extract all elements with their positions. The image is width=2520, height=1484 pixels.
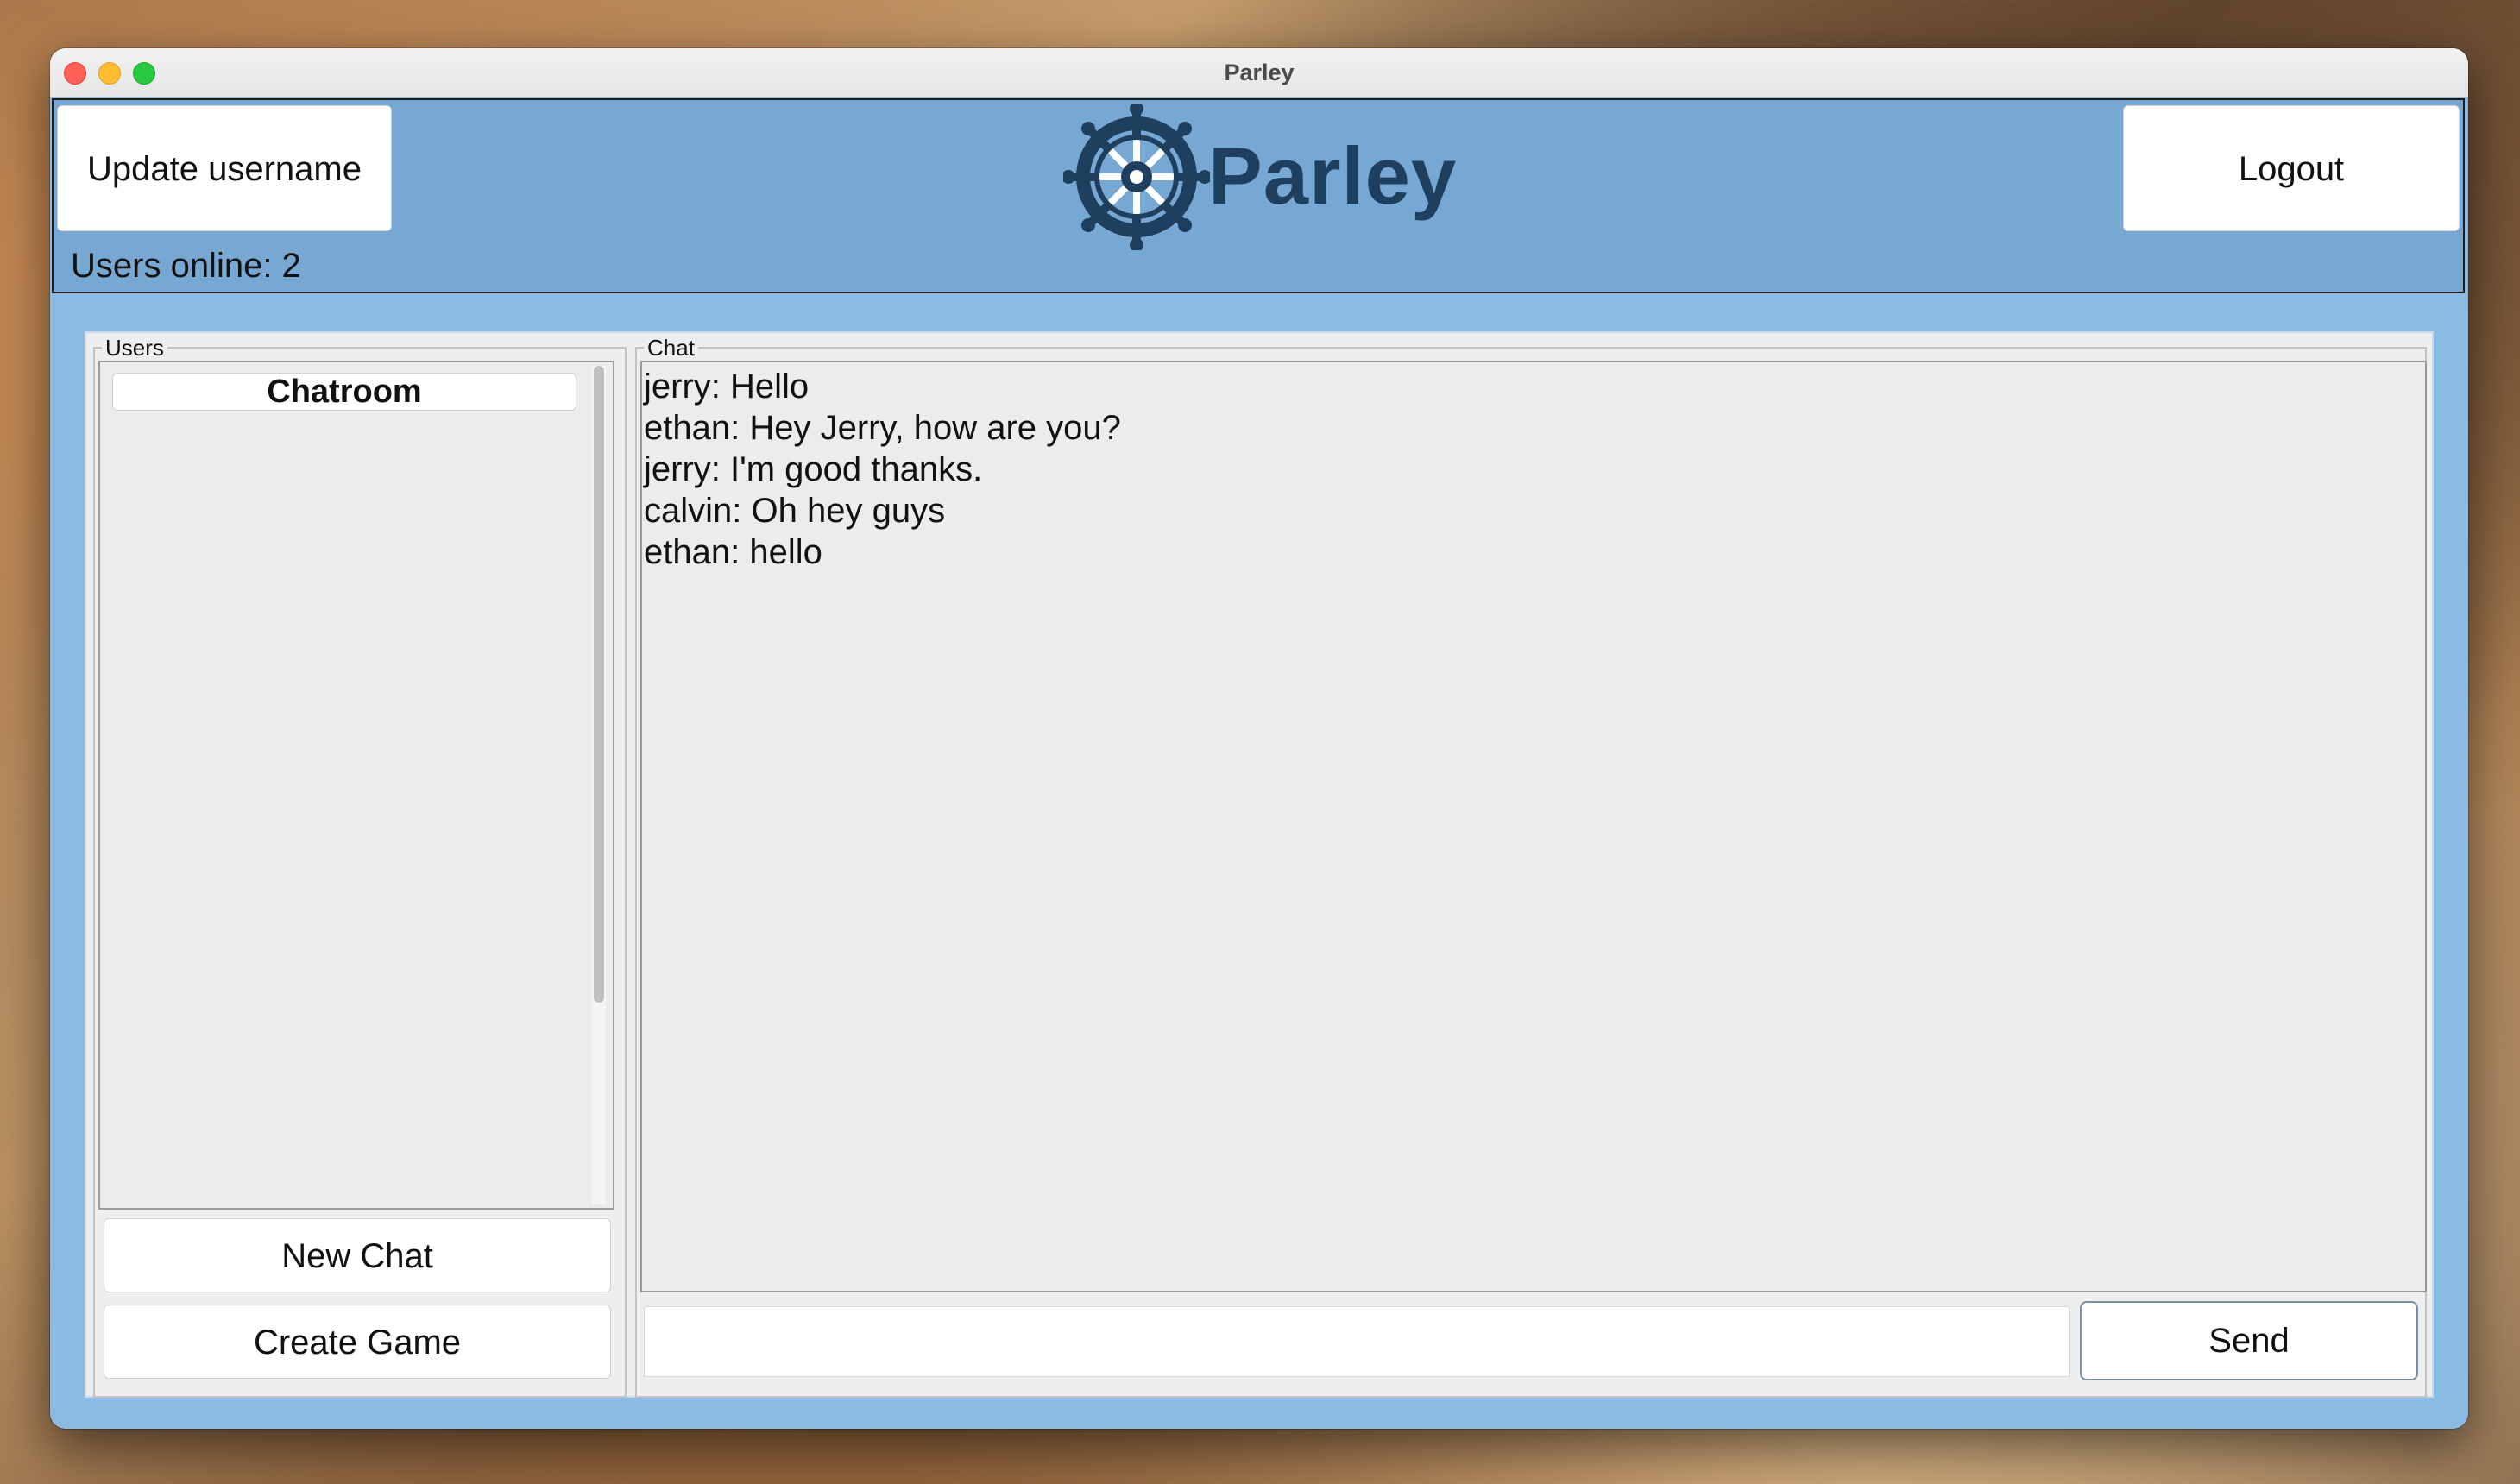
- users-online-count: Users online: 2: [71, 247, 301, 285]
- scrollbar-thumb[interactable]: [594, 366, 604, 1003]
- chat-message: jerry: Hello: [644, 368, 810, 406]
- window-title: Parley: [1224, 60, 1295, 85]
- app-header: Update username Parley Logout Users onli…: [52, 98, 2465, 293]
- logout-button[interactable]: Logout: [2123, 105, 2460, 231]
- ship-wheel-icon: [1063, 104, 1210, 250]
- parley-logo: Parley: [1063, 104, 1460, 250]
- send-button[interactable]: Send: [2080, 1301, 2418, 1380]
- new-chat-button[interactable]: New Chat: [104, 1218, 611, 1292]
- main-content: Users Chatroom New Chat Create Game Chat…: [85, 331, 2434, 1398]
- chat-message: ethan: hello: [644, 533, 822, 571]
- chat-message: jerry: I'm good thanks.: [644, 450, 983, 488]
- title-bar: Parley: [50, 48, 2468, 97]
- chat-message: ethan: Hey Jerry, how are you?: [644, 409, 1121, 447]
- update-username-button[interactable]: Update username: [57, 105, 392, 231]
- chat-panel-title: Chat: [644, 335, 698, 362]
- chat-message: calvin: Oh hey guys: [644, 492, 946, 530]
- create-game-button[interactable]: Create Game: [104, 1305, 611, 1379]
- users-list[interactable]: Chatroom: [98, 361, 614, 1210]
- logo-text: Parley: [1208, 130, 1458, 221]
- chat-messages[interactable]: jerry: Hello ethan: Hey Jerry, how are y…: [640, 361, 2427, 1292]
- users-panel: Users Chatroom New Chat Create Game: [93, 335, 627, 1398]
- app-window: Parley Update username Parley Logout Use…: [50, 48, 2468, 1429]
- message-input[interactable]: [644, 1306, 2070, 1377]
- users-list-scrollbar[interactable]: [592, 366, 606, 1204]
- chat-panel: Chat jerry: Hello ethan: Hey Jerry, how …: [635, 335, 2427, 1398]
- list-item-chatroom[interactable]: Chatroom: [112, 373, 576, 411]
- users-panel-title: Users: [102, 335, 167, 362]
